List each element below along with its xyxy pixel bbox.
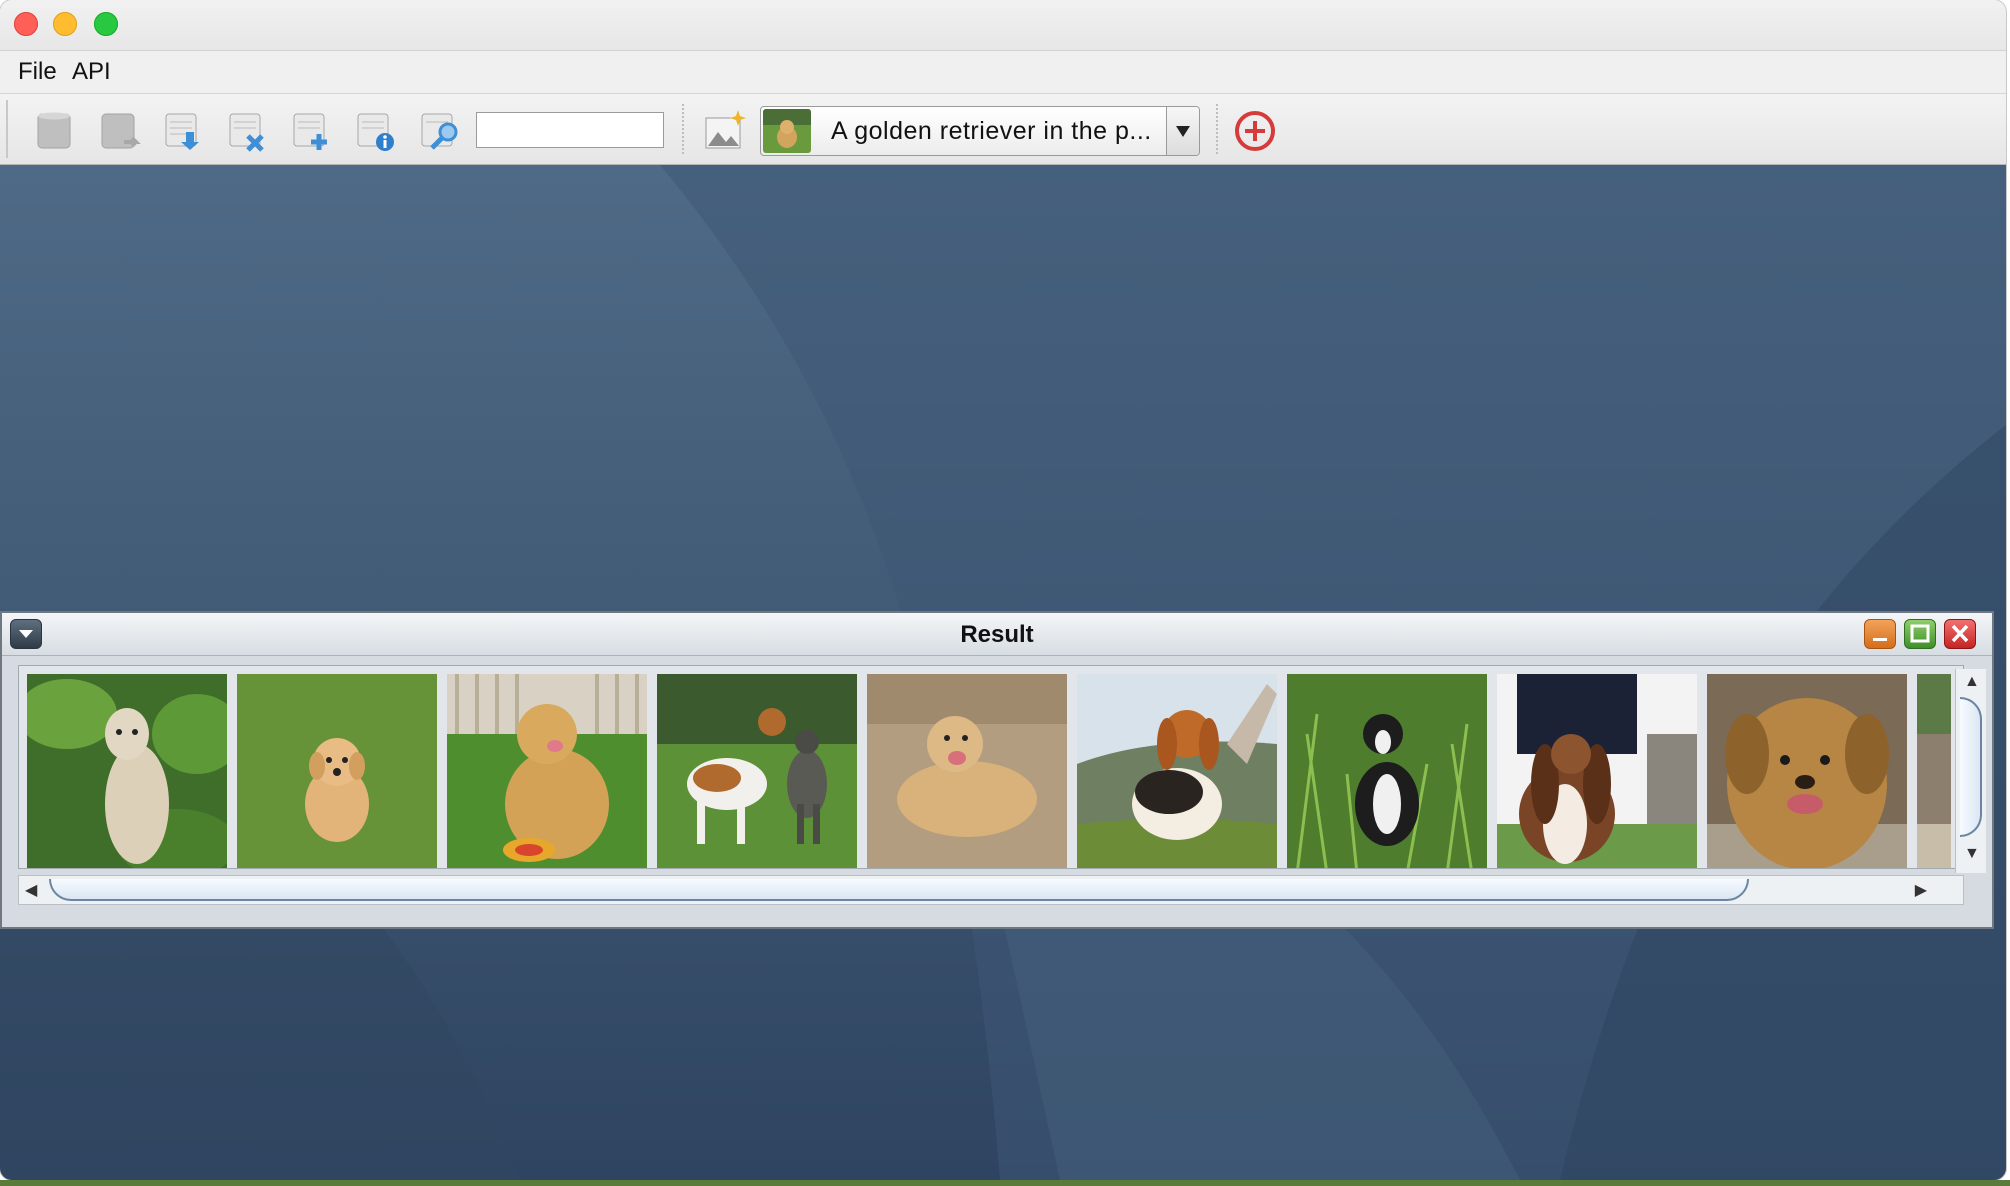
maximize-icon xyxy=(1910,624,1930,643)
minimize-window-button[interactable] xyxy=(53,12,77,36)
desktop-area: Result ▲ ▼ ◀ ▶ xyxy=(0,165,2006,1180)
minimize-icon xyxy=(1873,638,1887,641)
frame-close-button[interactable] xyxy=(1944,619,1976,649)
vertical-scrollbar[interactable]: ▲ ▼ xyxy=(1955,669,1986,873)
result-image-strip xyxy=(18,665,1964,869)
database-download-icon[interactable] xyxy=(162,108,206,152)
app-window: File API A golden retriever in the p... … xyxy=(0,0,2006,1180)
menu-api[interactable]: API xyxy=(72,58,111,86)
search-input[interactable] xyxy=(476,112,664,148)
close-icon xyxy=(1951,624,1969,643)
background-strip xyxy=(0,1180,2010,1186)
title-bar xyxy=(0,0,2006,51)
database-export-icon[interactable] xyxy=(98,108,142,152)
result-internal-frame: Result ▲ ▼ ◀ ▶ xyxy=(0,611,1994,929)
database-search-icon[interactable] xyxy=(418,108,462,152)
scroll-down-icon[interactable]: ▼ xyxy=(1964,845,1980,863)
query-text: A golden retriever in the p... xyxy=(831,117,1152,145)
image-sparkle-icon[interactable] xyxy=(704,108,748,152)
close-window-button[interactable] xyxy=(14,12,38,36)
scroll-left-icon[interactable]: ◀ xyxy=(25,880,37,900)
result-image-6[interactable] xyxy=(1077,674,1277,868)
database-add-icon[interactable] xyxy=(290,108,334,152)
frame-minimize-button[interactable] xyxy=(1864,619,1896,649)
result-image-4[interactable] xyxy=(657,674,857,868)
result-title-bar[interactable]: Result xyxy=(2,613,1992,656)
frame-maximize-button[interactable] xyxy=(1904,619,1936,649)
toolbar-separator xyxy=(682,104,685,154)
result-image-2[interactable] xyxy=(237,674,437,868)
result-image-10[interactable] xyxy=(1917,674,1951,868)
toolbar: A golden retriever in the p... xyxy=(0,94,2006,165)
menu-bar: File API xyxy=(0,51,2006,94)
result-image-8[interactable] xyxy=(1497,674,1697,868)
query-thumbnail xyxy=(763,109,811,153)
horizontal-scrollbar[interactable]: ◀ ▶ xyxy=(18,875,1964,905)
toolbar-separator-2 xyxy=(1216,104,1219,154)
result-image-1[interactable] xyxy=(27,674,227,868)
scroll-up-icon[interactable]: ▲ xyxy=(1964,673,1980,691)
result-image-3[interactable] xyxy=(447,674,647,868)
scroll-right-icon[interactable]: ▶ xyxy=(1915,880,1927,900)
vertical-scroll-thumb[interactable] xyxy=(1960,697,1982,837)
menu-file[interactable]: File xyxy=(18,58,57,86)
combo-dropdown-button[interactable] xyxy=(1166,107,1199,155)
result-image-7[interactable] xyxy=(1287,674,1487,868)
database-icon[interactable] xyxy=(34,108,78,152)
database-info-icon[interactable] xyxy=(354,108,398,152)
result-title: Result xyxy=(960,621,1034,648)
result-image-5[interactable] xyxy=(867,674,1067,868)
database-delete-icon[interactable] xyxy=(226,108,270,152)
chevron-down-icon xyxy=(1176,126,1190,137)
add-circle-icon[interactable] xyxy=(1234,110,1276,152)
horizontal-scroll-thumb[interactable] xyxy=(49,879,1749,901)
query-combobox[interactable]: A golden retriever in the p... xyxy=(760,106,1200,156)
zoom-window-button[interactable] xyxy=(94,12,118,36)
result-image-9[interactable] xyxy=(1707,674,1907,868)
toolbar-grip[interactable] xyxy=(6,100,16,158)
